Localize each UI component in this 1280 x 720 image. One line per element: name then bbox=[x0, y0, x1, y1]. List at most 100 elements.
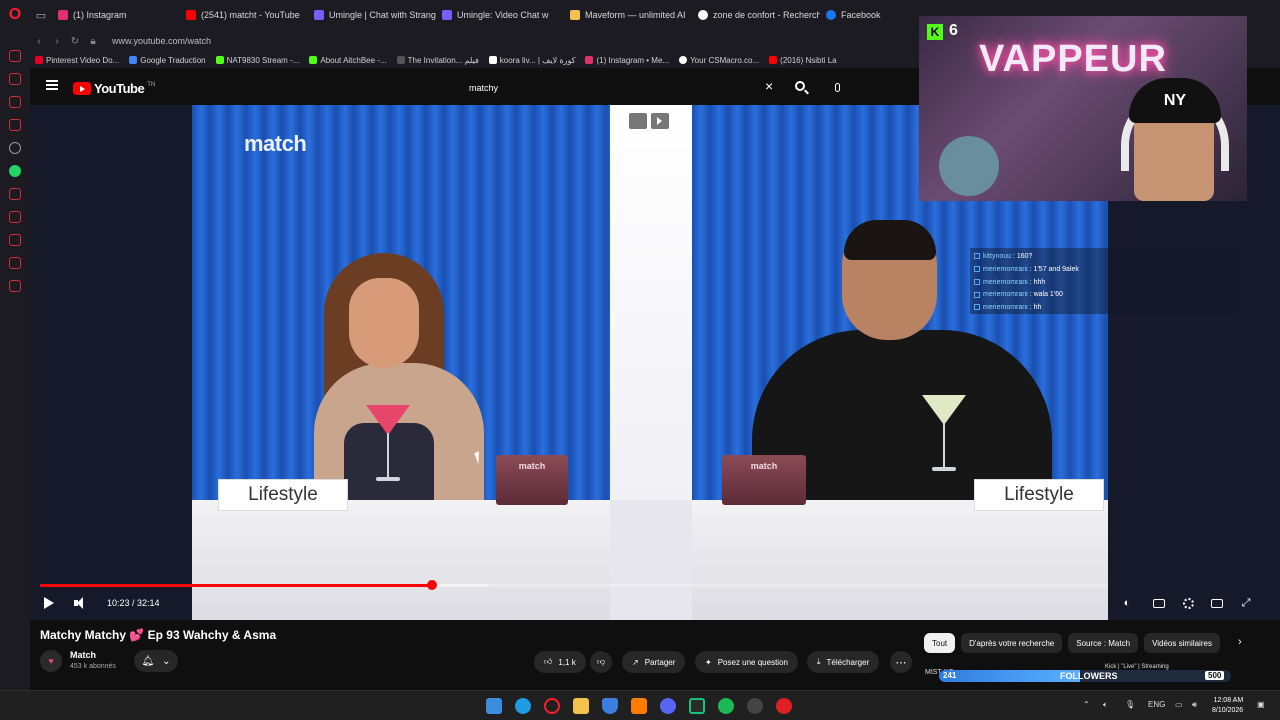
opera-icon[interactable] bbox=[544, 698, 560, 714]
background-decor bbox=[939, 136, 999, 196]
bookmark-pinterest[interactable]: Pinterest Video Do... bbox=[30, 56, 124, 65]
discord-icon[interactable] bbox=[660, 698, 676, 714]
autoplay-toggle-icon[interactable]: ◐ bbox=[1120, 596, 1134, 610]
clear-search-icon[interactable]: × bbox=[765, 79, 773, 93]
share-button[interactable]: ↗ Partager bbox=[622, 651, 686, 673]
mic-tray-icon[interactable]: 🎙︎ bbox=[1125, 700, 1135, 709]
match-gift-box-left: match bbox=[496, 455, 568, 505]
bookmark-label: koora liv... | كورة لايف bbox=[499, 55, 576, 65]
skip-next-icon[interactable] bbox=[651, 113, 669, 129]
opera-logo-icon[interactable]: O bbox=[0, 0, 30, 30]
language-indicator[interactable]: ENG bbox=[1148, 700, 1165, 709]
chat-message: meriemomrani : 1'57 and 9alek bbox=[974, 264, 1231, 277]
speaker-icon[interactable]: 🔈︎ bbox=[1103, 700, 1108, 710]
play-icon[interactable] bbox=[44, 597, 54, 609]
notification-icon[interactable]: ▣ bbox=[1257, 700, 1265, 709]
pinboard-icon[interactable] bbox=[9, 188, 21, 200]
theater-mode-icon[interactable] bbox=[1210, 596, 1224, 610]
chat-text: : 1'57 and 9alek bbox=[1029, 265, 1079, 273]
chatgpt-icon[interactable] bbox=[9, 142, 21, 154]
tab-youtube[interactable]: (2541) matcht - YouTube bbox=[180, 0, 308, 30]
bookmark-label: NAT9830 Stream -... bbox=[226, 55, 300, 65]
video-title: Matchy Matchy 💕 Ep 93 Wahchy & Asma bbox=[40, 628, 277, 642]
dislike-button[interactable]: 👎︎ bbox=[590, 651, 613, 673]
volume-icon[interactable] bbox=[74, 597, 88, 609]
bookmark-nat9830[interactable]: NAT9830 Stream -... bbox=[211, 56, 305, 65]
tab-instagram[interactable]: (1) Instagram bbox=[52, 0, 180, 30]
chip-related-videos[interactable]: Vidéos similaires bbox=[1144, 633, 1220, 653]
browser-sidebar bbox=[0, 30, 30, 690]
bookmark-label: Pinterest Video Do... bbox=[46, 55, 120, 65]
chevron-right-icon[interactable]: › bbox=[1238, 636, 1242, 648]
chat-message: kittynouu : 160? bbox=[974, 251, 1231, 264]
mail-icon[interactable] bbox=[9, 119, 21, 131]
ask-question-button[interactable]: ✦ Posez une question bbox=[695, 651, 798, 673]
tab-google-search[interactable]: zone de confort - Recherch bbox=[692, 0, 820, 30]
subscriber-count: 453 k abonnés bbox=[70, 663, 116, 670]
tab-facebook[interactable]: Facebook bbox=[820, 0, 910, 30]
settings-gear-icon[interactable] bbox=[1181, 596, 1195, 610]
aria-icon[interactable] bbox=[9, 50, 21, 62]
subscription-bell-button[interactable]: 🔔︎ ⌄ bbox=[134, 650, 178, 672]
chip-source-match[interactable]: Source : Match bbox=[1068, 633, 1139, 653]
bookmark-nsibti[interactable]: (2016) Nsibti La bbox=[764, 56, 841, 65]
bookmark-aitchbee[interactable]: About AitchBee -... bbox=[304, 56, 391, 65]
microphone-icon[interactable] bbox=[828, 78, 846, 96]
bookmark-csmacro[interactable]: Your CSMacro.co... bbox=[674, 56, 764, 65]
recorder-icon[interactable] bbox=[776, 698, 792, 714]
tray-chevron-icon[interactable]: ⌃ bbox=[1083, 700, 1090, 709]
chip-all[interactable]: Tout bbox=[924, 633, 956, 653]
clock[interactable]: 12:08 AM 8/10/2026 bbox=[1212, 696, 1243, 716]
reload-icon[interactable]: ↻ bbox=[66, 36, 84, 47]
tab-umingle-video[interactable]: Umingle: Video Chat w bbox=[436, 0, 564, 30]
file-explorer-icon[interactable] bbox=[573, 698, 589, 714]
search-input[interactable]: matchy bbox=[460, 77, 785, 99]
progress-bar[interactable] bbox=[40, 580, 1108, 590]
settings-icon[interactable] bbox=[9, 280, 21, 292]
miniplayer-icon[interactable] bbox=[629, 113, 647, 129]
downloads-icon[interactable] bbox=[9, 234, 21, 246]
history-icon[interactable] bbox=[9, 211, 21, 223]
youtube-logo[interactable]: YouTube TN bbox=[73, 81, 155, 96]
menu-icon[interactable] bbox=[46, 80, 58, 90]
extensions-icon[interactable] bbox=[9, 257, 21, 269]
bookmark-invitation[interactable]: The Invitation... فيلم bbox=[392, 56, 484, 65]
windows-taskbar: ⌃ 🔈︎ 🎙︎ ENG ▭ 🔊︎ 12:08 AM 8/10/2026 ▣ bbox=[0, 690, 1280, 720]
tab-overview-icon[interactable]: ▭ bbox=[30, 9, 52, 22]
whatsapp-icon[interactable] bbox=[9, 165, 21, 177]
subtitles-icon[interactable] bbox=[1152, 596, 1166, 610]
tab-umingle-chat[interactable]: Umingle | Chat with Strang bbox=[308, 0, 436, 30]
followers-count: 241 bbox=[943, 671, 957, 680]
bookmark-koora[interactable]: koora liv... | كورة لايف bbox=[484, 56, 581, 65]
download-button[interactable]: ⤓ Télécharger bbox=[807, 651, 880, 673]
channel-name[interactable]: Match bbox=[70, 650, 96, 660]
more-actions-icon[interactable]: ⋯ bbox=[890, 651, 912, 673]
defender-icon[interactable] bbox=[602, 698, 618, 714]
followers-fill bbox=[939, 670, 1080, 682]
network-icon[interactable]: ▭ bbox=[1175, 700, 1183, 709]
bookmark-label: About AitchBee -... bbox=[320, 55, 387, 65]
spotify-icon[interactable] bbox=[718, 698, 734, 714]
instagram-icon bbox=[585, 56, 594, 64]
edge-icon[interactable] bbox=[515, 698, 531, 714]
chip-from-search[interactable]: D'après votre recherche bbox=[961, 633, 1063, 653]
capcut-icon[interactable] bbox=[689, 698, 705, 714]
fullscreen-icon[interactable]: ⤢ bbox=[1239, 596, 1253, 610]
bookmark-google-translate[interactable]: Google Traduction bbox=[124, 56, 210, 65]
url-field[interactable]: www.youtube.com/watch bbox=[112, 36, 211, 46]
search-icon[interactable] bbox=[795, 81, 805, 91]
volume-tray-icon[interactable]: 🔊︎ bbox=[1192, 700, 1197, 710]
chat-icon[interactable] bbox=[9, 96, 21, 108]
messenger-icon[interactable] bbox=[9, 73, 21, 85]
tab-label: (1) Instagram bbox=[73, 10, 127, 20]
obs-icon[interactable] bbox=[747, 698, 763, 714]
forward-arrow-icon[interactable]: › bbox=[48, 36, 66, 47]
tab-maveform[interactable]: Maveform — unlimited AI bbox=[564, 0, 692, 30]
windows-start-icon[interactable] bbox=[486, 698, 502, 714]
share-icon: ↗ bbox=[632, 657, 639, 667]
illustrator-icon[interactable] bbox=[631, 698, 647, 714]
like-button[interactable]: 👍︎ 1,1 k bbox=[534, 651, 586, 673]
channel-avatar[interactable]: ♥ bbox=[40, 650, 62, 672]
bookmark-instagram[interactable]: (1) Instagram • Me... bbox=[580, 56, 674, 65]
back-arrow-icon[interactable]: ‹ bbox=[30, 36, 48, 47]
